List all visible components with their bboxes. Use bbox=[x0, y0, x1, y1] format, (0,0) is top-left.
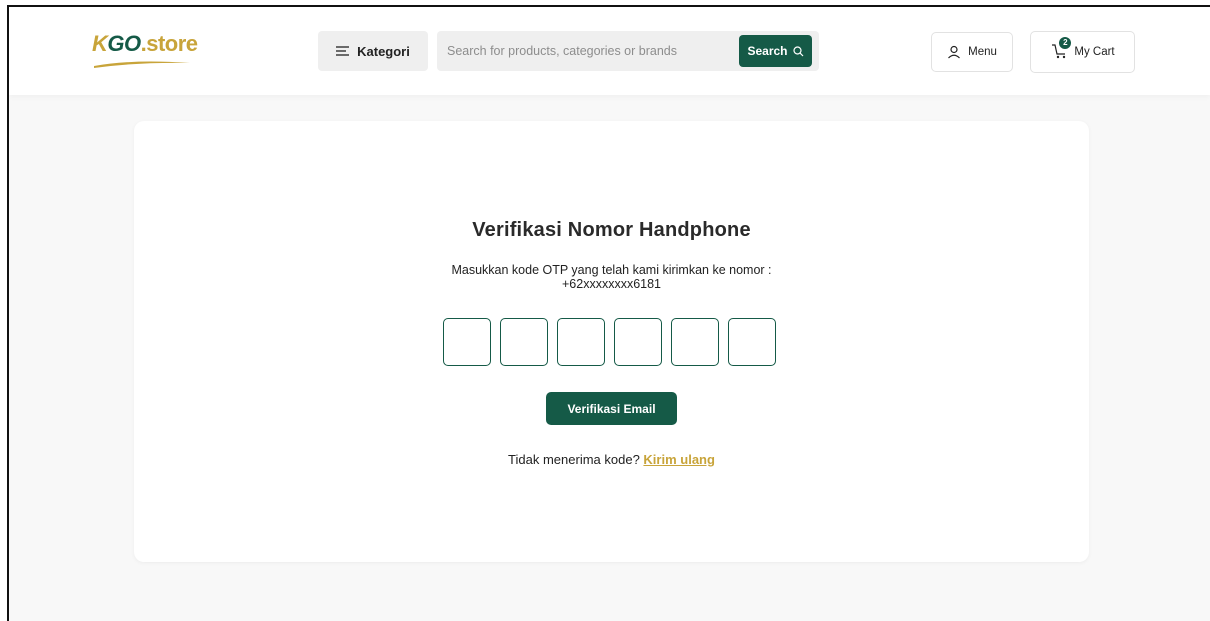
user-icon bbox=[948, 45, 961, 59]
page-title: Verifikasi Nomor Handphone bbox=[472, 219, 751, 241]
logo-swoosh-icon bbox=[94, 61, 190, 68]
otp-digit-4[interactable] bbox=[614, 318, 662, 366]
resend-prompt: Tidak menerima kode? bbox=[508, 452, 640, 467]
logo-k: K bbox=[92, 31, 108, 56]
kategori-label: Kategori bbox=[357, 43, 410, 59]
otp-digit-5[interactable] bbox=[671, 318, 719, 366]
hamburger-icon bbox=[336, 46, 350, 56]
menu-button[interactable]: Menu bbox=[931, 32, 1013, 72]
otp-digit-2[interactable] bbox=[500, 318, 548, 366]
otp-verification-card: Verifikasi Nomor Handphone Masukkan kode… bbox=[134, 121, 1089, 562]
search-button[interactable]: Search bbox=[739, 35, 812, 67]
search-input[interactable] bbox=[437, 31, 727, 71]
search-bar: Search bbox=[437, 31, 819, 71]
kategori-button[interactable]: Kategori bbox=[318, 31, 428, 71]
kgo-store-logo[interactable]: KGO.store bbox=[92, 31, 222, 71]
resend-row: Tidak menerima kode? Kirim ulang bbox=[134, 452, 1089, 467]
cart-icon-wrap: 2 bbox=[1050, 37, 1072, 62]
verify-button[interactable]: Verifikasi Email bbox=[546, 392, 677, 425]
otp-digit-6[interactable] bbox=[728, 318, 776, 366]
masked-phone-number: +62xxxxxxxx6181 bbox=[561, 277, 661, 291]
otp-instruction-text: Masukkan kode OTP yang telah kami kirimk… bbox=[451, 263, 772, 277]
menu-label: Menu bbox=[968, 46, 997, 58]
cart-button[interactable]: 2 My Cart bbox=[1030, 31, 1135, 73]
top-header: KGO.store Kategori Search for products, … bbox=[9, 7, 1210, 95]
search-button-label: Search bbox=[747, 44, 788, 58]
otp-digit-3[interactable] bbox=[557, 318, 605, 366]
otp-instruction: Masukkan kode OTP yang telah kami kirimk… bbox=[134, 263, 1089, 291]
cart-count-badge: 2 bbox=[1059, 37, 1072, 49]
cart-label: My Cart bbox=[1074, 46, 1115, 58]
logo-store: .store bbox=[140, 31, 198, 56]
search-icon bbox=[792, 45, 803, 56]
resend-link[interactable]: Kirim ulang bbox=[643, 452, 715, 467]
otp-digit-1[interactable] bbox=[443, 318, 491, 366]
otp-input-group bbox=[443, 318, 776, 366]
logo-go: GO bbox=[107, 31, 141, 56]
app-frame: KGO.store Kategori Search for products, … bbox=[7, 5, 1210, 621]
